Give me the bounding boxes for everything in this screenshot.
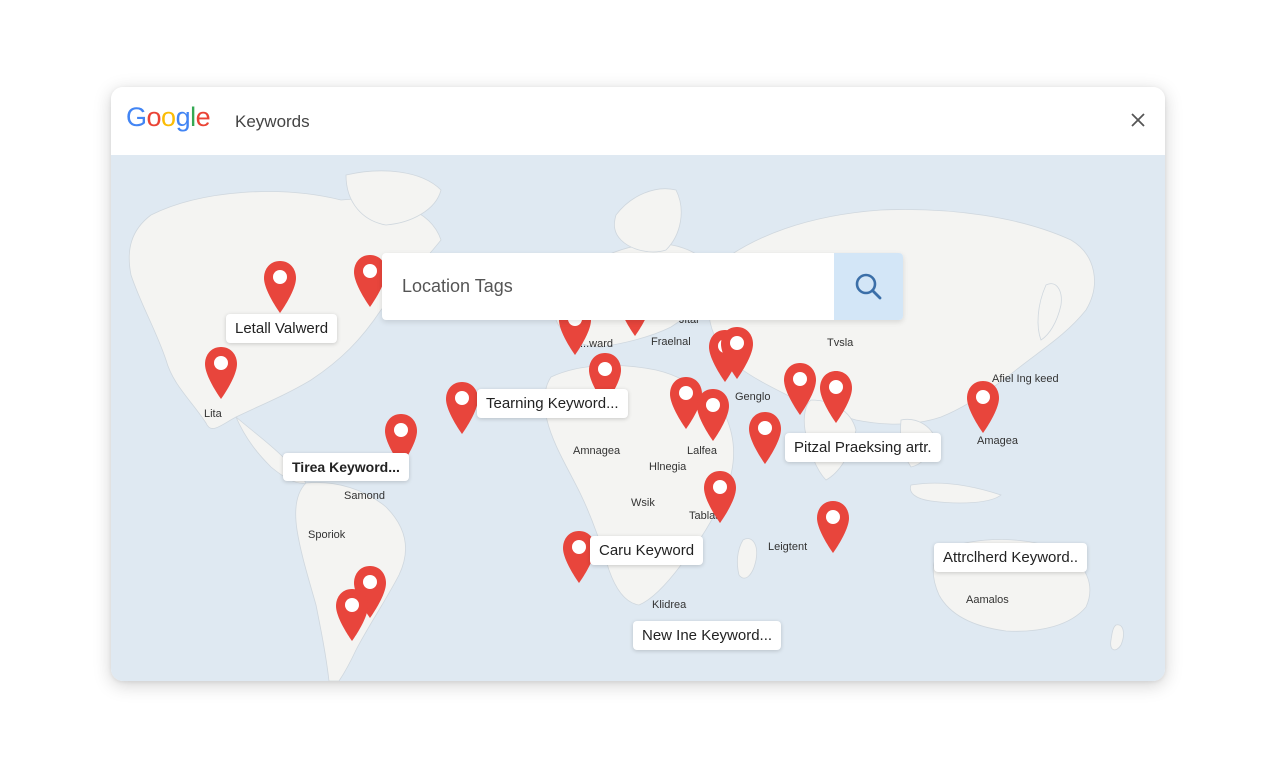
keyword-label[interactable]: Tearning Keyword...: [477, 389, 628, 418]
place-label: Tvsla: [827, 337, 854, 349]
place-label: Leigtent: [768, 541, 808, 553]
place-label: Afiel Ing keed: [992, 373, 1059, 385]
google-logo: Google: [126, 102, 211, 132]
map-pin-icon[interactable]: [815, 499, 851, 555]
map-pin-icon[interactable]: [719, 325, 755, 381]
search-input[interactable]: [382, 253, 834, 320]
page-title: Keywords: [235, 112, 310, 131]
header-bar: Google Keywords: [111, 87, 1165, 155]
map-pin-icon[interactable]: [747, 410, 783, 466]
search-icon: [855, 273, 881, 299]
close-icon[interactable]: [1127, 109, 1149, 131]
keywords-window: Google Keywords Lita Samond Sporiok Jita…: [111, 87, 1165, 681]
map-pin-icon[interactable]: [702, 469, 738, 525]
place-label: Sporiok: [308, 529, 346, 541]
world-map[interactable]: Lita Samond Sporiok Jital Fraelnal Tvsla…: [111, 155, 1165, 681]
map-pin-icon[interactable]: [818, 369, 854, 425]
map-pin-icon[interactable]: [965, 379, 1001, 435]
keyword-label[interactable]: Letall Valwerd: [226, 314, 338, 343]
search-button[interactable]: [834, 253, 903, 320]
keyword-label[interactable]: Tirea Keyword...: [283, 453, 409, 481]
place-label: Aamalos: [966, 594, 1009, 606]
map-pin-icon[interactable]: [334, 587, 370, 643]
keyword-label[interactable]: Caru Keyword: [590, 536, 704, 565]
place-label: Lalfea: [687, 445, 717, 457]
place-label: Klidrea: [652, 599, 687, 611]
keyword-label[interactable]: New Ine Keyword...: [633, 621, 782, 650]
place-label: Hlnegia: [649, 461, 687, 473]
keyword-label[interactable]: Pitzal Praeksing artr.: [785, 433, 941, 462]
place-label: Fraelnal: [651, 336, 691, 348]
map-pin-icon[interactable]: [203, 345, 239, 401]
keyword-label[interactable]: Attrclherd Keyword..: [934, 543, 1088, 572]
place-label: Amagea: [977, 435, 1018, 447]
place-label: Wsik: [631, 497, 655, 509]
place-label: Samond: [344, 490, 385, 502]
place-label: Amnagea: [573, 445, 621, 457]
map-pin-icon[interactable]: [782, 361, 818, 417]
map-pin-icon[interactable]: [262, 259, 298, 315]
place-label: Genglo: [735, 391, 771, 403]
map-pin-icon[interactable]: [444, 380, 480, 436]
place-label: Lita: [204, 408, 222, 420]
search-bar: [382, 253, 903, 320]
map-pin-icon[interactable]: [695, 387, 731, 443]
